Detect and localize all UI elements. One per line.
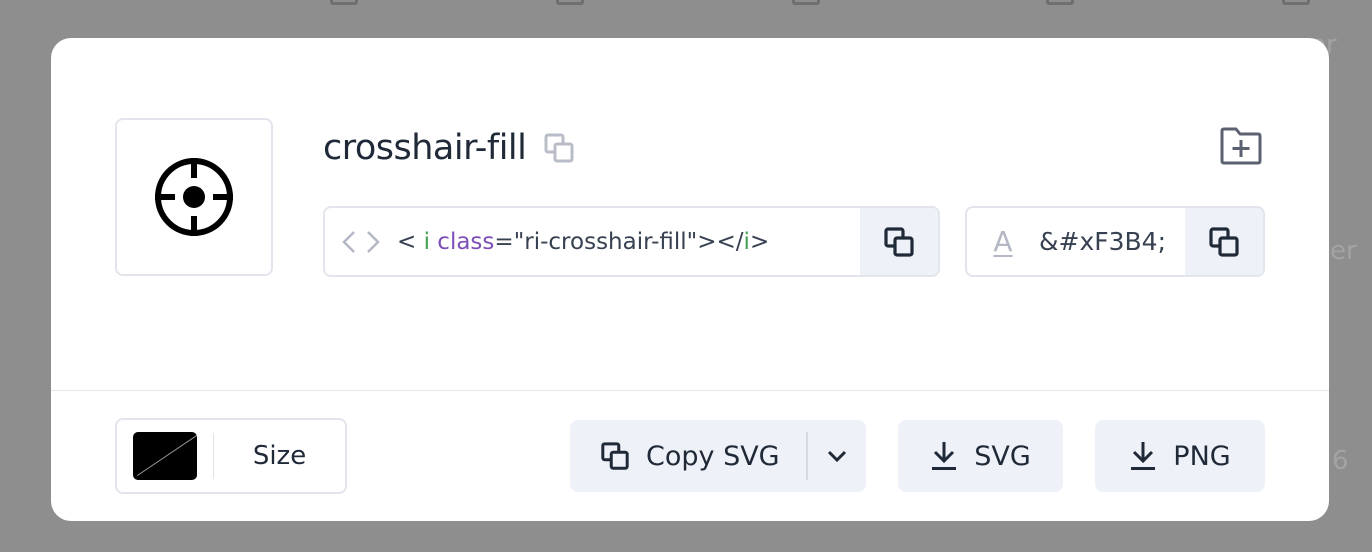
download-icon [1131, 442, 1156, 470]
code-eq: = [494, 228, 514, 255]
code-end: > [749, 228, 770, 255]
code-attr: class [437, 228, 495, 255]
background-label-right: er [1330, 236, 1357, 266]
icon-title-row: crosshair-fill [323, 124, 574, 172]
background-count-right: 6 [1332, 446, 1349, 476]
color-picker-swatch[interactable] [133, 432, 197, 480]
icon-preview [115, 118, 273, 276]
html-code-text: < i class = "ri-crosshair-fill" ></i > [397, 208, 860, 275]
copy-icon [601, 442, 629, 470]
download-svg-label: SVG [974, 440, 1031, 472]
icon-name-title: crosshair-fill [323, 128, 527, 168]
font-letter-label: A [993, 225, 1013, 258]
add-to-collection-button[interactable] [1219, 124, 1263, 168]
copy-svg-button-group: Copy SVG [570, 420, 866, 492]
copy-unicode-button[interactable] [1185, 208, 1263, 275]
color-size-control: Size [115, 418, 347, 494]
chevron-down-icon [827, 450, 847, 463]
folder-add-icon [1220, 127, 1262, 165]
code-brackets-icon [325, 208, 397, 275]
copy-html-button[interactable] [860, 208, 938, 275]
copy-options-dropdown[interactable] [808, 420, 866, 492]
copy-svg-label: Copy SVG [646, 440, 780, 472]
modal-divider [51, 390, 1329, 391]
html-code-field[interactable]: < i class = "ri-crosshair-fill" ></i > [323, 206, 940, 277]
download-png-label: PNG [1173, 440, 1231, 472]
copy-icon [544, 133, 574, 163]
download-svg-button[interactable]: SVG [898, 420, 1063, 492]
size-selector[interactable]: Size [214, 441, 345, 471]
code-mid: ></ [697, 228, 744, 255]
code-open: < [397, 228, 417, 255]
code-value: "ri-crosshair-fill" [513, 228, 698, 255]
copy-icon [884, 226, 914, 257]
font-letter-icon: A [967, 208, 1039, 275]
unicode-value: &#xF3B4; [1039, 227, 1167, 256]
copy-name-button[interactable] [544, 133, 574, 163]
download-png-button[interactable]: PNG [1095, 420, 1265, 492]
unicode-field[interactable]: A &#xF3B4; [965, 206, 1265, 277]
copy-icon [1209, 226, 1239, 257]
background-icon-row [0, 0, 1372, 6]
icon-detail-modal: crosshair-fill < i class = "ri-crosshair-f… [51, 38, 1329, 521]
download-icon [932, 442, 957, 470]
code-tag: i [423, 228, 430, 255]
crosshair-fill-icon [155, 158, 233, 236]
copy-svg-button[interactable]: Copy SVG [570, 420, 806, 492]
